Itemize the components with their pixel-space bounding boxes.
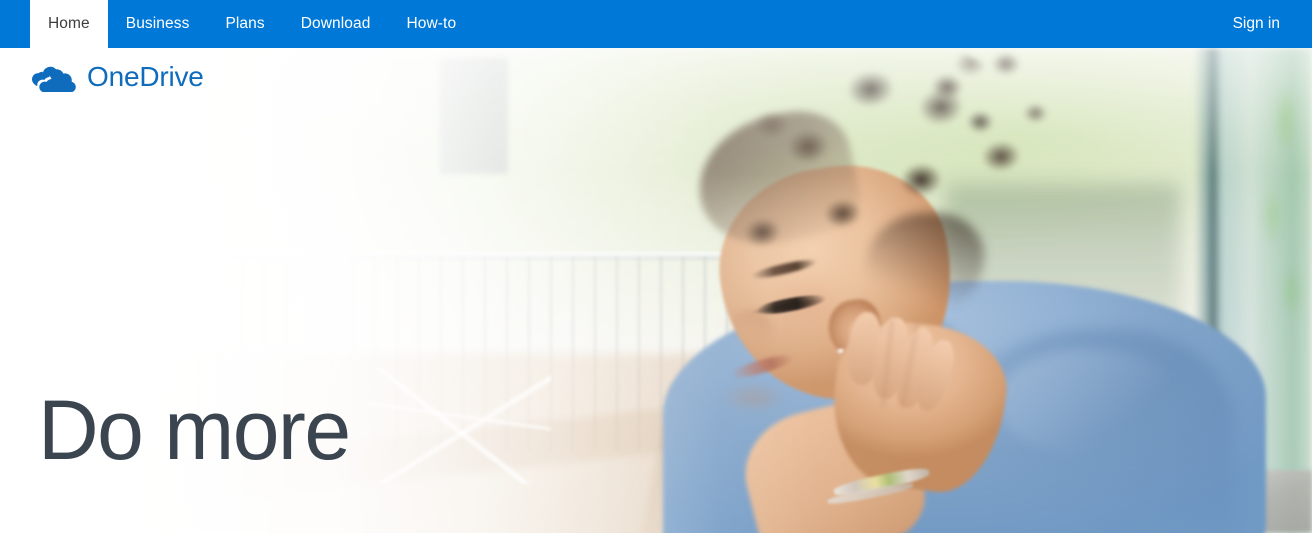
- nav-items-group: Home Business Plans Download How-to: [30, 0, 474, 48]
- onedrive-brand-logo[interactable]: OneDrive: [30, 62, 204, 92]
- finger-separations: [863, 319, 942, 407]
- shirt-fold: [997, 348, 1181, 456]
- top-navigation-bar: Home Business Plans Download How-to Sign…: [0, 0, 1312, 48]
- nav-item-how-to-label: How-to: [406, 15, 457, 33]
- hero-headline: Do more wherever you go: [38, 210, 524, 533]
- sign-in-link[interactable]: Sign in: [1229, 16, 1284, 32]
- nav-item-plans[interactable]: Plans: [207, 0, 282, 48]
- nav-item-home[interactable]: Home: [30, 0, 108, 48]
- nav-item-download-label: Download: [300, 15, 371, 33]
- nav-item-how-to[interactable]: How-to: [388, 0, 474, 48]
- nav-item-download[interactable]: Download: [283, 0, 389, 48]
- nav-right-group: Sign in: [1229, 0, 1284, 48]
- nav-item-business[interactable]: Business: [108, 0, 208, 48]
- nav-item-plans-label: Plans: [225, 15, 265, 33]
- nose-shadow: [729, 309, 772, 349]
- hero-headline-line-1: Do more: [38, 383, 351, 477]
- onedrive-brand-name: OneDrive: [87, 61, 204, 92]
- nav-item-business-label: Business: [125, 15, 190, 33]
- chin-shadow: [708, 377, 801, 417]
- nav-item-home-label: Home: [48, 15, 90, 33]
- hero-section: OneDrive Do more wherever you go: [0, 48, 1312, 533]
- onedrive-cloud-icon: [32, 66, 76, 92]
